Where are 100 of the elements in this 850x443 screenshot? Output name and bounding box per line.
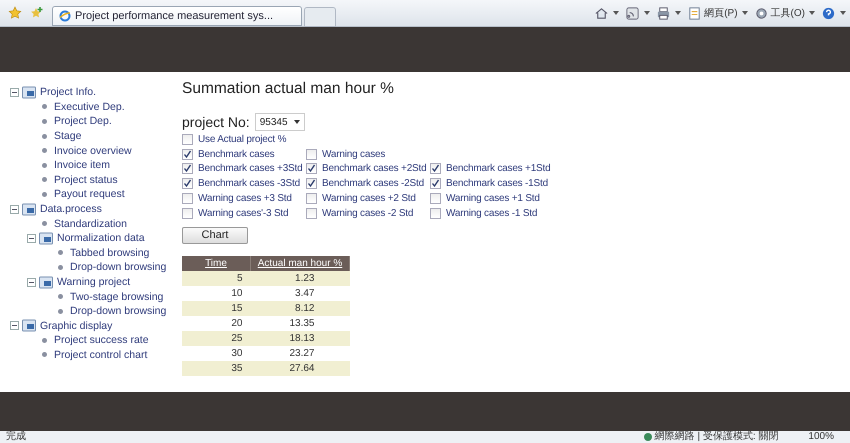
checkbox[interactable] — [182, 178, 193, 190]
collapse-toggle-icon[interactable] — [10, 88, 19, 97]
bullet-icon — [42, 162, 47, 168]
folder-icon — [22, 202, 36, 216]
checkbox[interactable] — [182, 163, 193, 174]
help-menu-button[interactable] — [821, 6, 846, 20]
table-cell: 20 — [182, 316, 250, 331]
feed-menu-button[interactable] — [625, 6, 650, 20]
tree-folder-item[interactable]: Warning project — [27, 274, 172, 290]
help-icon — [821, 6, 836, 20]
table-cell: 23.27 — [250, 346, 350, 361]
feed-icon — [625, 6, 640, 20]
checkbox[interactable] — [306, 163, 317, 174]
browser-logo-icon — [59, 10, 71, 22]
bullet-icon — [58, 250, 63, 256]
bullet-icon — [42, 134, 47, 139]
table-cell: 15 — [182, 300, 250, 316]
tree-leaf-item[interactable]: Two-stage browsing — [44, 289, 172, 304]
checkbox-label: Benchmark cases -2Std — [322, 178, 424, 190]
bullet-icon — [42, 192, 47, 197]
print-menu-button[interactable] — [656, 6, 682, 20]
tree-leaf-item[interactable]: Executive Dep. — [27, 100, 172, 114]
collapse-toggle-icon[interactable] — [10, 204, 19, 214]
tree-leaf-item[interactable]: Invoice item — [27, 158, 172, 173]
column-header[interactable]: Actual man hour % — [250, 256, 350, 271]
checkbox-label: Use Actual project % — [198, 134, 286, 145]
bullet-icon — [58, 294, 63, 300]
checkbox[interactable] — [430, 163, 441, 174]
security-zone-text: 網際網路 | 受保護模式: 關閉 — [644, 431, 778, 443]
folder-icon — [22, 319, 36, 332]
collapse-toggle-icon[interactable] — [27, 234, 36, 243]
tree-leaf-item[interactable]: Project status — [27, 172, 172, 188]
printer-icon — [656, 6, 672, 20]
tree-leaf-item[interactable]: Project control chart — [27, 348, 172, 362]
checkbox[interactable] — [430, 208, 441, 219]
table-cell: 10 — [182, 286, 250, 301]
checkbox[interactable] — [430, 193, 441, 204]
checkbox[interactable] — [306, 193, 317, 204]
checkbox-label: Warning cases +1 Std — [446, 193, 540, 204]
table-cell: 35 — [182, 360, 250, 376]
tree-folder-item[interactable]: Normalization data — [27, 230, 172, 246]
checkbox[interactable] — [306, 178, 317, 190]
zoom-level[interactable]: 100% — [808, 431, 844, 443]
browser-tab[interactable]: Project performance measurement sys... — [52, 6, 302, 26]
table-cell: 18.13 — [250, 330, 350, 346]
page-menu-button[interactable]: 網頁(P) — [687, 6, 748, 20]
project-dropdown[interactable]: 95345 — [254, 113, 305, 131]
tree-folder-item[interactable]: Project Info. — [10, 85, 172, 100]
tree-leaf-item[interactable]: Project success rate — [27, 333, 172, 348]
bullet-icon — [42, 118, 47, 124]
checkbox-label: Benchmark cases +3Std — [198, 163, 302, 174]
gear-icon — [754, 6, 769, 20]
checkbox-label: Warning cases'-3 Std — [198, 208, 288, 219]
tree-leaf-item[interactable]: Standardization — [27, 216, 172, 231]
bullet-icon — [42, 104, 47, 110]
tree-leaf-item[interactable]: Payout request — [27, 187, 172, 202]
home-icon — [594, 6, 610, 20]
checkbox-label: Benchmark cases +1Std — [446, 163, 550, 174]
collapse-toggle-icon[interactable] — [27, 278, 36, 287]
tree-leaf-item[interactable]: Invoice overview — [27, 143, 172, 158]
table-cell: 13.35 — [250, 316, 350, 331]
tree-leaf-item[interactable]: Project Dep. — [27, 114, 172, 129]
page-title: Summation actual man hour % — [182, 80, 395, 99]
checkbox[interactable] — [306, 208, 317, 219]
checkbox[interactable] — [182, 208, 193, 219]
table-cell: 8.12 — [250, 300, 350, 316]
chart-button[interactable]: Chart — [182, 226, 248, 244]
tree-leaf-item[interactable]: Tabbed browsing — [44, 246, 172, 260]
bullet-icon — [58, 308, 63, 314]
tree-leaf-item[interactable]: Stage — [27, 128, 172, 144]
checkbox[interactable] — [182, 148, 193, 160]
page-icon — [687, 6, 702, 20]
folder-icon — [39, 232, 53, 245]
checkbox-label: Warning cases -1 Std — [446, 208, 538, 219]
checkbox[interactable] — [182, 134, 193, 145]
checkbox-label: Warning cases +2 Std — [322, 193, 416, 204]
table-cell: 1.23 — [250, 270, 350, 286]
checkbox[interactable] — [182, 193, 193, 204]
tree-leaf-item[interactable]: Drop-down browsing — [44, 260, 172, 275]
checkbox-label: Benchmark cases -3Std — [198, 178, 300, 190]
checkbox-label: Benchmark cases — [198, 148, 274, 160]
add-favorite-icon[interactable] — [30, 6, 44, 20]
collapse-toggle-icon[interactable] — [10, 321, 19, 330]
favorites-star-icon[interactable] — [8, 6, 22, 20]
checkbox-label: Benchmark cases -1Std — [446, 178, 548, 190]
table-cell: 30 — [182, 346, 250, 361]
table-cell: 25 — [182, 330, 250, 346]
column-header[interactable]: Time — [182, 256, 250, 271]
checkbox[interactable] — [306, 148, 317, 160]
checkbox-label: Warning cases +3 Std — [198, 193, 292, 204]
checkbox[interactable] — [430, 178, 441, 190]
tools-menu-button[interactable]: 工具(O) — [754, 6, 815, 20]
tree-leaf-item[interactable]: Drop-down browsing — [44, 304, 172, 318]
table-cell: 3.47 — [250, 286, 350, 301]
home-menu-button[interactable] — [594, 6, 620, 20]
folder-icon — [39, 276, 53, 289]
tree-folder-item[interactable]: Graphic display — [10, 318, 172, 334]
bullet-icon — [42, 338, 47, 343]
tree-folder-item[interactable]: Data.process — [10, 202, 172, 216]
folder-icon — [22, 86, 36, 99]
